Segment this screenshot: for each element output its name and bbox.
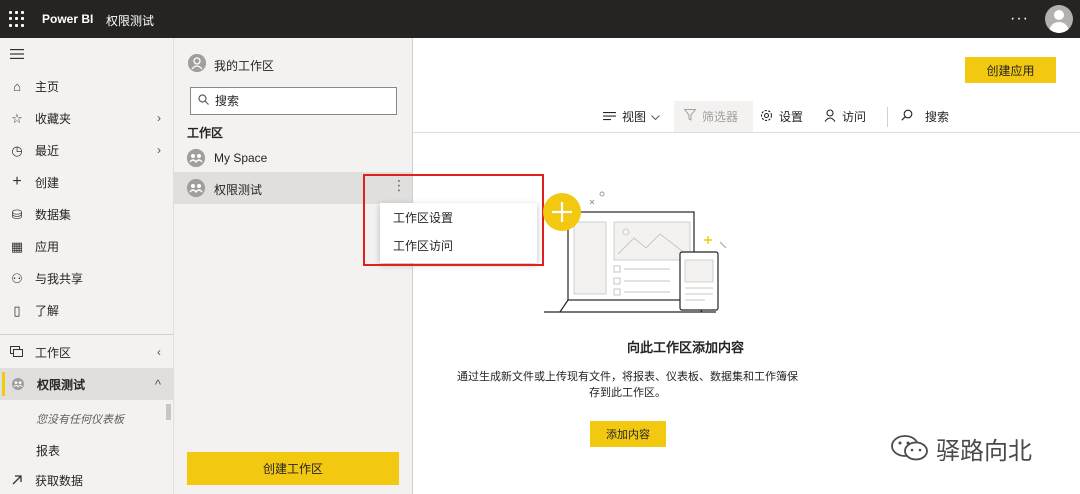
user-avatar[interactable] [1045,5,1073,33]
nav-divider [0,334,173,335]
nav-scrollbar[interactable] [166,404,171,420]
view-label: 视图 [622,110,647,124]
more-options-icon[interactable]: ··· [1010,10,1029,28]
chevron-up-icon[interactable]: ^ [155,377,161,392]
hamburger-icon [10,47,24,61]
workspace-item-my-space[interactable]: My Space [174,142,412,174]
workspace-avatar-icon [187,149,205,167]
search-button[interactable]: 搜索 [901,101,949,132]
chevron-left-icon[interactable]: ‹ [157,345,161,359]
nav-item-label: 收藏夹 [35,111,72,126]
search-icon [901,109,913,124]
person-icon [824,108,836,125]
nav-item-label: 与我共享 [35,271,84,286]
nav-item-label: 报表 [36,443,61,458]
search-icon [198,94,209,108]
brand-title[interactable]: Power BI [42,12,93,26]
nav-item-label: 数据集 [35,207,72,222]
nav-item-learn[interactable]: ▯ 了解 [0,294,173,326]
nav-item-apps[interactable]: ▦ 应用 [0,230,173,262]
workspaces-icon [10,345,24,359]
book-icon: ▯ [13,302,21,318]
clock-icon: ◷ [11,142,23,158]
workspaces-heading: 工作区 [187,126,224,140]
active-indicator [2,372,5,396]
wechat-icon [890,433,930,463]
filter-label: 筛选器 [702,110,739,124]
gear-icon [760,109,773,125]
create-app-button[interactable]: 创建应用 [965,57,1056,83]
nav-item-shared[interactable]: ⚇ 与我共享 [0,262,173,294]
plus-icon: + [12,173,22,190]
app-launcher-icon[interactable] [9,11,25,27]
search-label: 搜索 [925,110,950,124]
access-button[interactable]: 访问 [824,101,866,132]
top-bar: Power BI 权限测试 ··· [0,0,1080,38]
nav-item-reports[interactable]: 报表 [0,434,173,466]
watermark: 驿路向北 [890,428,1060,468]
workspace-label: 权限测试 [214,183,263,197]
empty-dashboards-note: 您没有任何仪表板 [36,414,124,426]
workspace-search[interactable] [190,87,397,115]
search-input[interactable] [215,92,385,110]
filter-button[interactable]: 筛选器 [674,101,753,132]
settings-button[interactable]: 设置 [760,101,803,132]
person-icon [188,54,206,72]
home-icon: ⌂ [13,78,21,94]
nav-item-get-data[interactable]: 获取数据 [0,464,173,494]
empty-workspace-illustration [543,191,727,313]
workspace-label: My Space [214,151,268,165]
workspace-avatar-icon [10,377,24,391]
view-button[interactable]: 视图 [603,101,660,132]
nav-item-current-workspace[interactable]: 权限测试 ^ [0,368,173,400]
apps-icon: ▦ [10,238,24,254]
nav-item-label: 创建 [35,175,60,190]
chevron-right-icon[interactable]: › [157,111,161,125]
nav-item-label: 权限测试 [37,377,86,392]
toolbar-separator [887,107,888,127]
access-label: 访问 [842,110,867,124]
empty-state-title: 向此工作区添加内容 [626,340,744,355]
nav-item-recent[interactable]: ◷ 最近 › [0,134,173,166]
hamburger-menu[interactable] [0,38,173,70]
left-nav: ⌂ 主页 ☆ 收藏夹 › ◷ 最近 › + 创建 ⛁ 数据集 ▦ 应用 ⚇ 与我… [0,38,173,494]
create-workspace-button[interactable]: 创建工作区 [187,452,399,485]
add-content-button[interactable]: 添加内容 [590,421,666,447]
chevron-down-icon [651,110,660,124]
annotation-highlight-box [363,174,544,266]
view-list-icon [603,109,616,124]
arrow-up-right-icon [10,473,24,487]
content-toolbar: 视图 筛选器 设置 访问 搜索 [413,101,1080,133]
star-icon: ☆ [11,110,23,126]
nav-item-label: 获取数据 [35,473,84,488]
nav-item-label: 应用 [35,239,60,254]
empty-state-description: 通过生成新文件或上传现有文件，将报表、仪表板、数据集和工作簿保存到此工作区。 [457,371,798,399]
chevron-right-icon[interactable]: › [157,143,161,157]
breadcrumb-workspace[interactable]: 权限测试 [106,12,154,29]
nav-item-create[interactable]: + 创建 [0,166,173,198]
nav-item-label: 工作区 [35,345,72,360]
settings-label: 设置 [779,110,804,124]
database-icon: ⛁ [11,206,23,222]
nav-item-workspaces[interactable]: 工作区 ‹ [0,336,173,368]
workspace-flyout: 我的工作区 工作区 My Space 权限测试 ⋮ 创建工作区 [173,38,413,494]
nav-item-datasets[interactable]: ⛁ 数据集 [0,198,173,230]
nav-item-favorites[interactable]: ☆ 收藏夹 › [0,102,173,134]
nav-item-label: 了解 [35,303,60,318]
nav-item-label: 主页 [35,79,60,94]
filter-icon [683,109,697,124]
watermark-text: 驿路向北 [936,436,1032,465]
share-icon: ⚇ [11,270,23,286]
workspace-avatar-icon [187,179,205,197]
nav-item-label: 最近 [35,143,60,158]
nav-item-home[interactable]: ⌂ 主页 [0,70,173,102]
my-workspace-link[interactable]: 我的工作区 [214,57,274,74]
